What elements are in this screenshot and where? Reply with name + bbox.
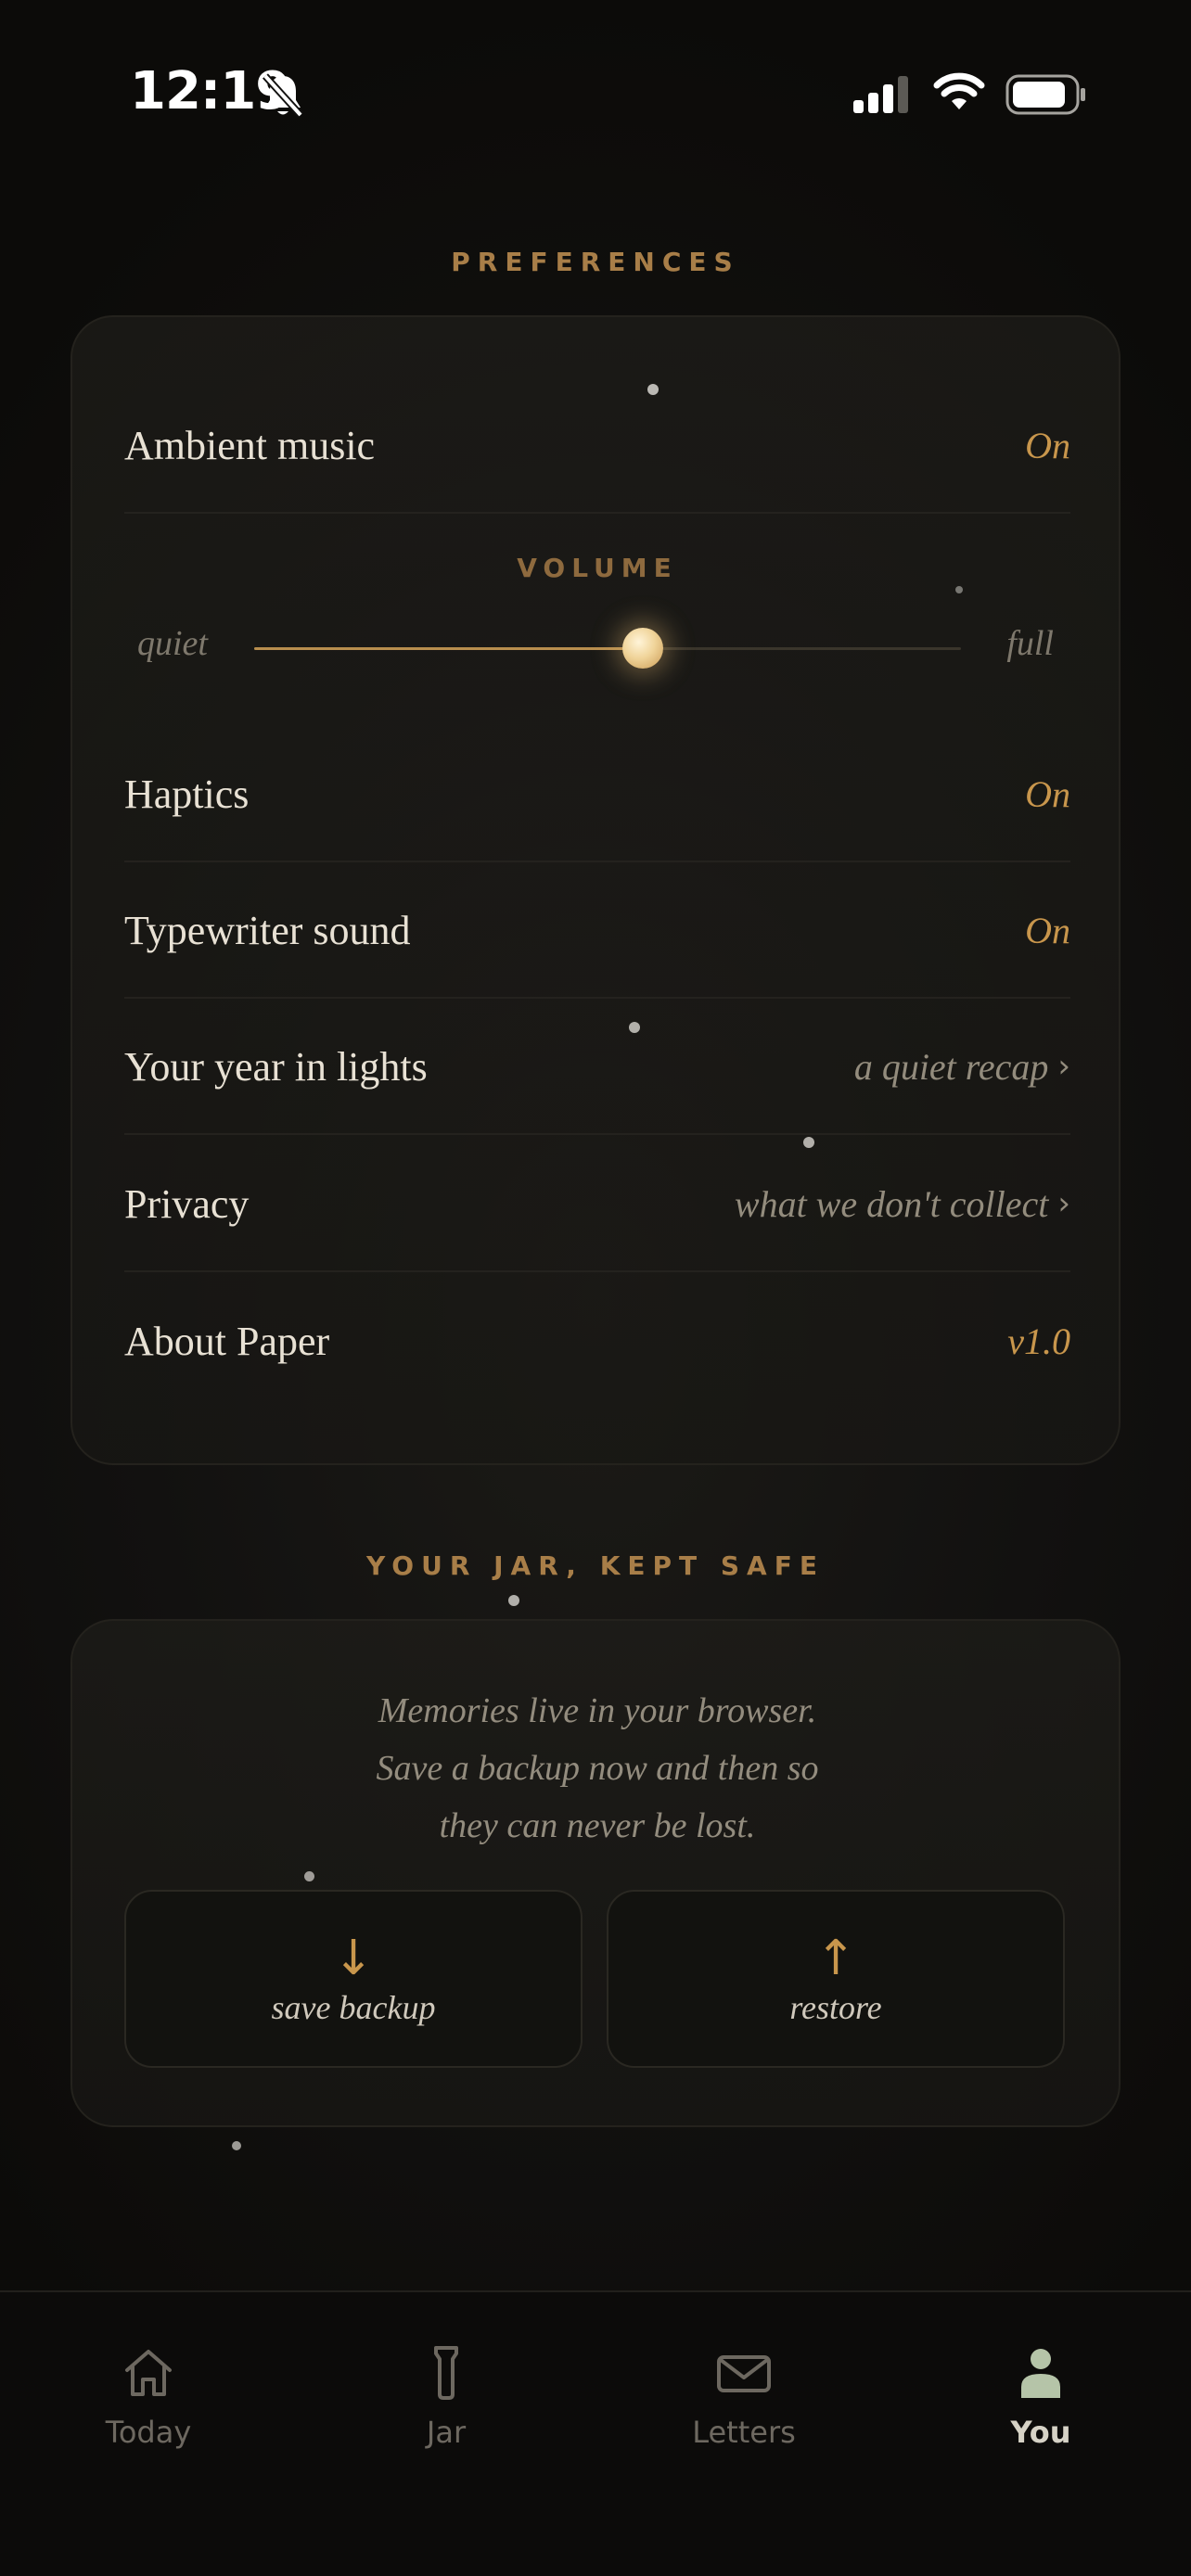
haptics-toggle[interactable]: On: [1025, 772, 1070, 816]
floating-light: [955, 586, 963, 593]
bell-slash-icon: [263, 73, 303, 118]
year-in-lights-link[interactable]: a quiet recap ›: [854, 1045, 1070, 1089]
ambient-music-row[interactable]: Ambient music On: [124, 378, 1070, 514]
floating-light: [304, 1871, 314, 1881]
person-icon: [1021, 2349, 1060, 2398]
haptics-row[interactable]: Haptics On: [124, 727, 1070, 862]
jar-icon: [434, 2346, 458, 2400]
floating-light: [803, 1137, 814, 1148]
backup-card: Memories live in your browser. Save a ba…: [70, 1619, 1121, 2127]
chevron-right-icon: ›: [1057, 1185, 1070, 1222]
cellular-signal-icon: [853, 76, 908, 113]
volume-max-label: full: [1006, 624, 1054, 663]
privacy-label: Privacy: [124, 1180, 250, 1227]
typewriter-sound-row[interactable]: Typewriter sound On: [124, 863, 1070, 999]
year-in-lights-row[interactable]: Your year in lights a quiet recap ›: [124, 1000, 1070, 1135]
envelope-icon: [717, 2355, 771, 2392]
backup-message-line: Save a backup now and then so: [376, 1749, 819, 1788]
year-in-lights-label: Your year in lights: [124, 1043, 428, 1090]
volume-slider[interactable]: [254, 628, 961, 669]
battery-icon: [1005, 74, 1085, 115]
floating-light: [508, 1595, 519, 1606]
privacy-link[interactable]: what we don't collect ›: [735, 1182, 1070, 1226]
wifi-icon: [933, 72, 985, 109]
backup-heading: YOUR JAR, KEPT SAFE: [366, 1550, 825, 1581]
version-value: v1.0: [1007, 1320, 1070, 1362]
privacy-link-text: what we don't collect: [734, 1182, 1049, 1225]
arrow-down-icon: ↓: [333, 1931, 374, 1986]
tab-bar: Today Jar Letters You: [0, 2290, 1191, 2576]
tab-letters-label: Letters: [692, 2415, 796, 2450]
floating-light: [232, 2141, 241, 2150]
volume-heading: VOLUME: [517, 553, 678, 583]
year-in-lights-link-text: a quiet recap: [853, 1045, 1049, 1088]
status-bar: 12:19: [0, 0, 1191, 185]
save-backup-label: save backup: [271, 1989, 436, 2026]
backup-message-line: they can never be lost.: [439, 1806, 756, 1845]
ambient-music-toggle[interactable]: On: [1025, 424, 1070, 467]
preferences-heading: PREFERENCES: [451, 247, 740, 277]
typewriter-sound-toggle[interactable]: On: [1025, 909, 1070, 952]
volume-min-label: quiet: [137, 624, 208, 663]
save-backup-button[interactable]: ↓ save backup: [124, 1890, 583, 2068]
about-row[interactable]: About Paper v1.0: [124, 1273, 1070, 1409]
haptics-label: Haptics: [124, 771, 250, 817]
privacy-row[interactable]: Privacy what we don't collect ›: [124, 1137, 1070, 1272]
preferences-card: Ambient music On VOLUME quiet full Hapti…: [70, 315, 1121, 1465]
floating-light: [629, 1022, 640, 1033]
tab-today-label: Today: [105, 2415, 192, 2450]
floating-light: [647, 384, 659, 395]
restore-button[interactable]: ↑ restore: [607, 1890, 1065, 2068]
tab-jar-label: Jar: [426, 2415, 467, 2450]
typewriter-sound-label: Typewriter sound: [124, 907, 411, 953]
arrow-up-icon: ↑: [815, 1931, 856, 1986]
chevron-right-icon: ›: [1057, 1048, 1070, 1085]
home-icon: [125, 2350, 172, 2396]
volume-slider-fill: [254, 647, 644, 650]
tab-jar[interactable]: Jar: [353, 2344, 539, 2450]
tab-letters[interactable]: Letters: [651, 2344, 837, 2450]
backup-message: Memories live in your browser. Save a ba…: [72, 1682, 1122, 1855]
restore-label: restore: [789, 1989, 882, 2026]
tab-you-label: You: [1010, 2415, 1071, 2450]
about-label: About Paper: [124, 1318, 330, 1364]
tab-today[interactable]: Today: [56, 2344, 241, 2450]
backup-message-line: Memories live in your browser.: [378, 1691, 817, 1730]
tab-you[interactable]: You: [948, 2344, 1133, 2450]
volume-slider-thumb[interactable]: [622, 628, 664, 669]
ambient-music-label: Ambient music: [124, 422, 376, 468]
